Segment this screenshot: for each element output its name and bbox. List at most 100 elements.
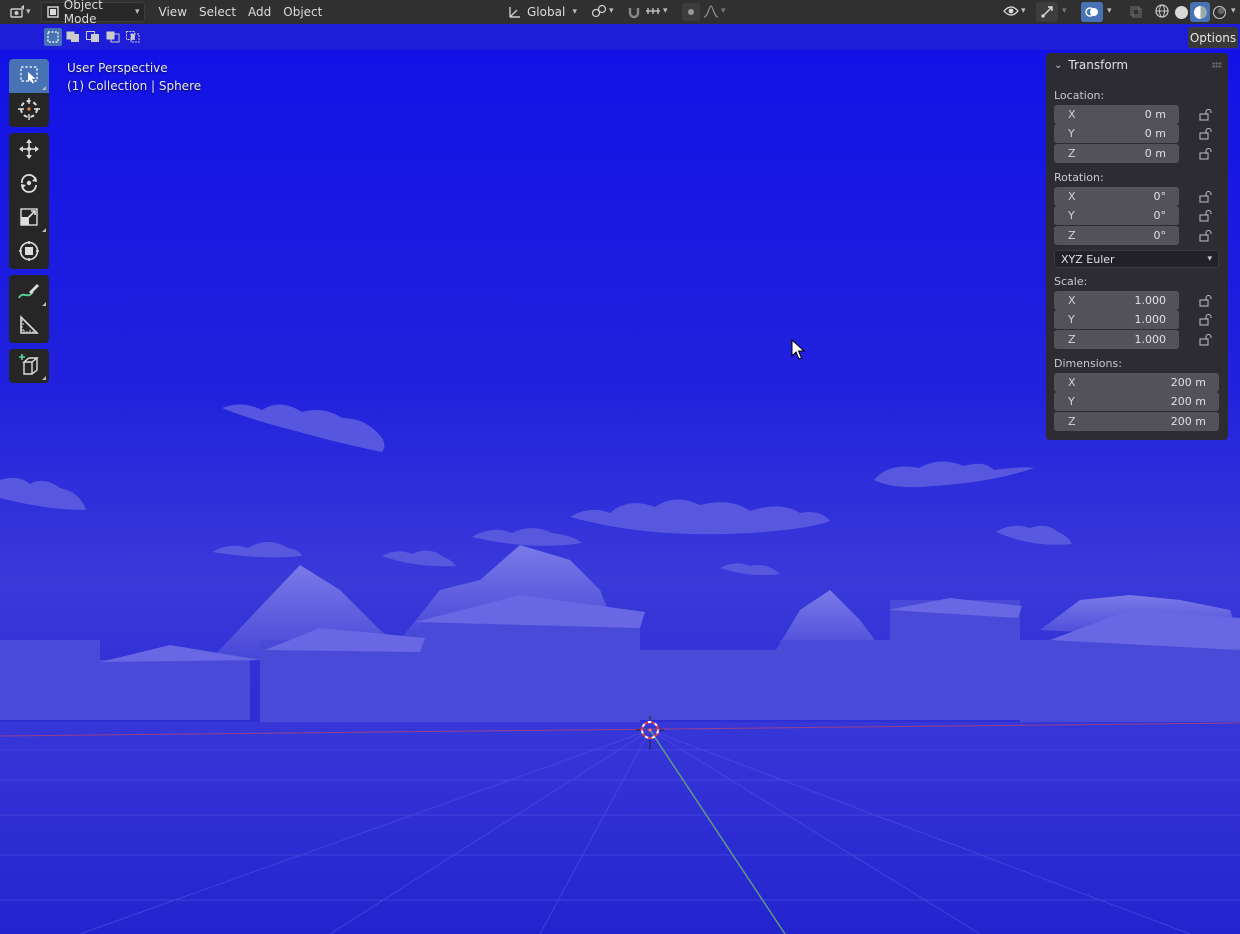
annotate-tool[interactable] [9, 275, 49, 309]
shading-rendered-button[interactable] [1210, 3, 1228, 21]
tool-variants-indicator [42, 302, 46, 306]
chevron-down-icon: ▾ [663, 6, 668, 16]
material-sphere-icon [1193, 5, 1207, 19]
proportional-edit-icon [688, 9, 694, 15]
scale-y-field[interactable]: Y 1.000 [1054, 310, 1179, 329]
select-box-tool[interactable] [9, 59, 49, 93]
scale-y-lock-icon[interactable] [1198, 312, 1214, 328]
move-icon [18, 138, 40, 163]
orientation-label: Global [527, 5, 566, 19]
location-z-lock-icon[interactable] [1198, 146, 1214, 162]
pivot-icon [591, 3, 607, 19]
gizmo-toggle[interactable] [1036, 2, 1058, 22]
dimensions-label: Dimensions: [1054, 357, 1122, 370]
add-cube-icon [17, 353, 41, 380]
xray-toggle[interactable] [1127, 3, 1145, 21]
measure-ruler-icon [18, 314, 40, 339]
cursor-tool[interactable] [9, 93, 49, 127]
snap-toggle[interactable] [624, 2, 644, 22]
chevron-down-icon: ▾ [26, 7, 31, 17]
gizmo-icon [1039, 4, 1055, 20]
transform-orientation-dropdown[interactable]: Global ▾ [503, 2, 581, 22]
dimensions-z-field[interactable]: Z 200 m [1054, 412, 1219, 431]
drag-grip-icon[interactable] [1212, 62, 1222, 68]
scale-x-lock-icon[interactable] [1198, 293, 1214, 309]
menu-select[interactable]: Select [193, 2, 242, 22]
snap-target-dropdown[interactable]: ▾ [645, 3, 668, 19]
menu-view[interactable]: View [153, 2, 193, 22]
left-toolbar [9, 59, 49, 389]
overlays-icon [1084, 4, 1100, 20]
rotation-x-field[interactable]: X 0° [1054, 187, 1179, 206]
overlays-toggle[interactable] [1081, 2, 1103, 22]
falloff-dropdown[interactable]: ▾ [703, 3, 726, 19]
scale-z-lock-icon[interactable] [1198, 332, 1214, 348]
move-tool[interactable] [9, 133, 49, 167]
transform-icon [18, 240, 40, 265]
select-extend-icon [66, 31, 80, 43]
dimensions-x-field[interactable]: X 200 m [1054, 373, 1219, 392]
chevron-down-icon: ⌄ [1054, 59, 1063, 71]
menu-object[interactable]: Object [277, 2, 328, 22]
tool-variants-indicator [42, 376, 46, 380]
rotate-tool[interactable] [9, 167, 49, 201]
object-mode-icon [46, 4, 60, 20]
editor-type-button[interactable]: ▾ [6, 2, 35, 22]
perspective-label: User Perspective [67, 61, 168, 75]
snap-increment-icon [645, 3, 661, 19]
pivot-point-button[interactable]: ▾ [591, 3, 614, 19]
location-x-lock-icon[interactable] [1198, 107, 1214, 123]
options-button[interactable]: Options [1188, 27, 1238, 48]
visibility-dropdown[interactable]: ▾ [1003, 3, 1026, 19]
mode-label: Object Mode [63, 0, 103, 26]
scale-tool[interactable] [9, 201, 49, 235]
menu-add[interactable]: Add [242, 2, 277, 22]
chevron-down-icon: ▾ [609, 6, 614, 16]
location-y-lock-icon[interactable] [1198, 126, 1214, 142]
location-x-field[interactable]: X0 m [1054, 105, 1179, 124]
chevron-down-icon[interactable]: ▾ [1231, 6, 1236, 16]
select-extend-button[interactable] [64, 28, 82, 46]
tool-variants-indicator [42, 228, 46, 232]
rotation-y-lock-icon[interactable] [1198, 208, 1214, 224]
chevron-down-icon[interactable]: ▾ [1107, 6, 1112, 16]
scale-z-field[interactable]: Z 1.000 [1054, 330, 1179, 349]
cursor-icon [17, 97, 41, 124]
chevron-down-icon[interactable]: ▾ [1062, 6, 1067, 16]
scale-icon [18, 206, 40, 231]
scale-x-field[interactable]: X 1.000 [1054, 291, 1179, 310]
dimensions-y-field[interactable]: Y 200 m [1054, 392, 1219, 411]
select-invert-button[interactable] [104, 28, 122, 46]
transform-tool[interactable] [9, 235, 49, 269]
viewport-header: ▾ Object Mode ▾ View Select Add Object G… [0, 0, 1240, 26]
location-y-field[interactable]: Y0 m [1054, 124, 1179, 143]
add-cube-tool[interactable] [9, 349, 49, 383]
select-new-icon [47, 31, 59, 43]
tool-variants-indicator [42, 86, 46, 90]
shading-material-button[interactable] [1190, 2, 1210, 22]
mouse-pointer-icon [791, 338, 806, 364]
measure-tool[interactable] [9, 309, 49, 343]
rotate-icon [18, 172, 40, 197]
rotation-y-field[interactable]: Y 0° [1054, 206, 1179, 225]
rotation-z-lock-icon[interactable] [1198, 228, 1214, 244]
scale-label: Scale: [1054, 275, 1088, 288]
shading-wireframe-button[interactable] [1153, 3, 1171, 21]
select-intersect-button[interactable] [124, 28, 142, 46]
rotation-x-lock-icon[interactable] [1198, 189, 1214, 205]
select-subtract-button[interactable] [84, 28, 102, 46]
rotation-mode-label: XYZ Euler [1061, 252, 1115, 266]
shading-solid-button[interactable] [1172, 3, 1190, 21]
location-z-field[interactable]: Z0 m [1054, 144, 1179, 163]
proportional-edit-toggle[interactable] [682, 3, 700, 21]
transform-panel-header[interactable]: ⌄ Transform [1046, 53, 1228, 77]
annotate-pencil-icon [17, 280, 41, 305]
viewport-info: User Perspective (1) Collection | Sphere [67, 59, 201, 95]
select-new-button[interactable] [44, 28, 62, 46]
location-label: Location: [1054, 89, 1105, 102]
rotation-z-field[interactable]: Z 0° [1054, 226, 1179, 245]
rotation-mode-dropdown[interactable]: XYZ Euler ▾ [1054, 250, 1219, 268]
mode-dropdown[interactable]: Object Mode ▾ [40, 0, 145, 26]
orientation-icon [507, 4, 523, 20]
chevron-down-icon: ▾ [721, 6, 726, 16]
